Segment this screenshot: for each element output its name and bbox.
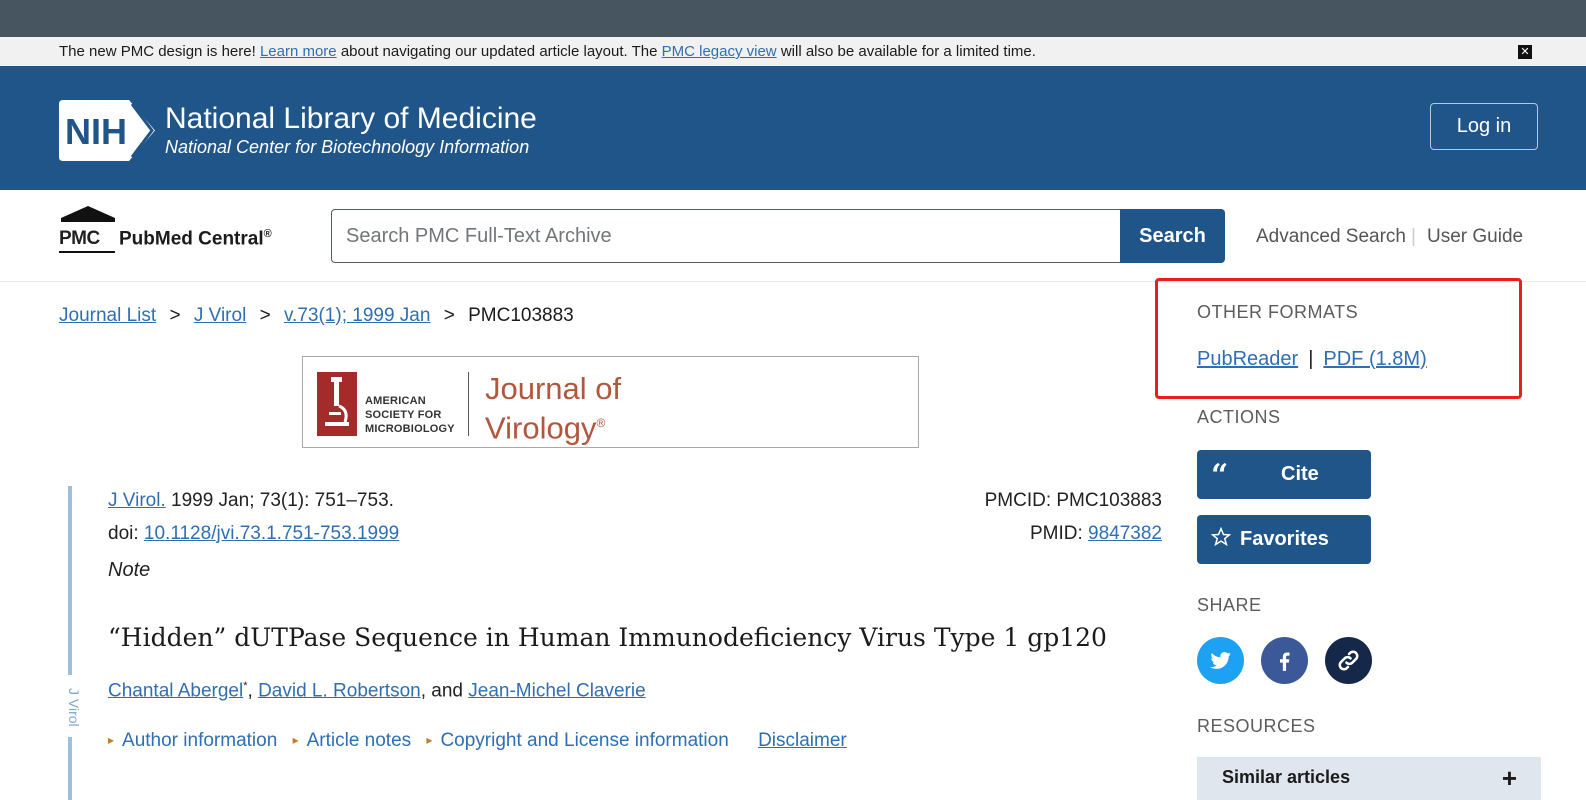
twitter-share-button[interactable] [1197,637,1244,684]
microscope-logo-icon [317,372,357,436]
banner-divider [468,372,469,436]
pdf-link[interactable]: PDF (1.8M) [1323,348,1426,370]
author-list: Chantal Abergel*, David L. Robertson, an… [108,680,646,702]
pmid-link[interactable]: 9847382 [1088,523,1162,544]
svg-text:NIH: NIH [65,111,127,152]
breadcrumb: Journal List > J Virol > v.73(1); 1999 J… [59,305,574,327]
pmid: PMID: 9847382 [1029,523,1162,544]
nih-header: NIH National Library of Medicine Nationa… [0,66,1586,190]
nav-separator: | [1411,226,1416,247]
breadcrumb-issue[interactable]: v.73(1); 1999 Jan [284,305,430,326]
side-journal-label: J Virol [66,687,82,727]
author-link[interactable]: Jean-Michel Claverie [468,680,645,701]
similar-articles-label: Similar articles [1222,767,1351,787]
pmc-building-icon [61,206,115,222]
journal-abbrev-link[interactable]: J Virol. [108,490,166,511]
share-heading: SHARE [1197,595,1262,615]
disclaimer-link[interactable]: Disclaimer [758,730,847,751]
author-link[interactable]: David L. Robertson [258,680,421,701]
new-design-banner: The new PMC design is here! Learn more a… [0,37,1586,66]
resources-heading: RESOURCES [1197,716,1316,736]
login-button[interactable]: Log in [1430,103,1538,150]
pmc-search-bar: PMC PubMed Central® Search Advanced Sear… [0,190,1586,282]
journal-banner[interactable]: AMERICAN SOCIETY FOR MICROBIOLOGY Journa… [302,356,919,448]
favorites-button[interactable]: Favorites [1197,515,1371,564]
breadcrumb-sep: > [169,305,181,326]
banner-message: The new PMC design is here! Learn more a… [59,43,1036,60]
nlm-title: National Library of Medicine [165,102,537,135]
pmc-underline [59,251,115,253]
twitter-icon [1210,652,1231,669]
article-meta-links: ▸ Author information ▸ Article notes ▸ Copy… [108,730,847,752]
cite-button[interactable]: “ Cite [1197,450,1371,499]
copyright-toggle[interactable]: Copyright and License information [440,730,728,751]
article-notes-toggle[interactable]: Article notes [307,730,412,751]
copy-link-share-button[interactable] [1325,637,1372,684]
pmc-logo[interactable]: PMC PubMed Central® [59,206,299,254]
side-rule [68,737,72,800]
breadcrumb-sep: > [443,305,455,326]
expand-triangle-icon: ▸ [108,733,115,747]
banner-close-icon[interactable]: ✕ [1518,45,1532,59]
legacy-view-link[interactable]: PMC legacy view [662,43,777,60]
pubreader-link[interactable]: PubReader [1197,348,1298,370]
learn-more-link[interactable]: Learn more [260,43,337,60]
user-guide-link[interactable]: User Guide [1427,226,1523,248]
author-link[interactable]: Chantal Abergel [108,680,243,701]
breadcrumb-journal-list[interactable]: Journal List [59,305,156,326]
star-outline-icon [1210,526,1233,551]
side-rule [68,486,72,675]
breadcrumb-journal[interactable]: J Virol [194,305,246,326]
actions-heading: ACTIONS [1197,407,1281,427]
search-button[interactable]: Search [1120,209,1225,263]
expand-triangle-icon: ▸ [426,733,433,747]
doi-link[interactable]: 10.1128/jvi.73.1.751-753.1999 [144,523,399,544]
browser-top-strip [0,0,1586,37]
ncbi-subtitle: National Center for Biotechnology Inform… [165,137,530,157]
article-title: “Hidden” dUTPase Sequence in Human Immun… [108,623,1107,652]
article-type-note: Note [108,559,151,581]
facebook-icon [1280,652,1290,671]
similar-articles-toggle[interactable]: Similar articles + [1197,757,1541,800]
expand-triangle-icon: ▸ [292,733,299,747]
format-links: PubReader | PDF (1.8M) [1197,348,1427,370]
search-input[interactable] [331,209,1121,263]
nih-logo[interactable]: NIH [59,100,155,161]
asm-society-name: AMERICAN SOCIETY FOR MICROBIOLOGY [365,395,455,435]
facebook-share-button[interactable] [1261,637,1308,684]
author-information-toggle[interactable]: Author information [122,730,277,751]
citation-line: J Virol. 1999 Jan; 73(1): 751–753. [108,490,394,511]
advanced-search-link[interactable]: Advanced Search [1256,226,1406,248]
plus-icon: + [1501,763,1517,793]
link-icon [1338,650,1359,671]
quote-icon: “ [1211,458,1229,493]
doi-line: doi: 10.1128/jvi.73.1.751-753.1999 [108,523,400,544]
highlight-box [1155,278,1522,399]
breadcrumb-current: PMC103883 [468,305,574,326]
journal-title: Journal of Virology® [485,371,622,446]
other-formats-heading: OTHER FORMATS [1197,302,1359,322]
pmc-abbrev: PMC [59,228,100,249]
pmcid: PMCID: PMC103883 [984,490,1162,511]
pmc-name: PubMed Central® [119,228,272,250]
breadcrumb-sep: > [259,305,271,326]
